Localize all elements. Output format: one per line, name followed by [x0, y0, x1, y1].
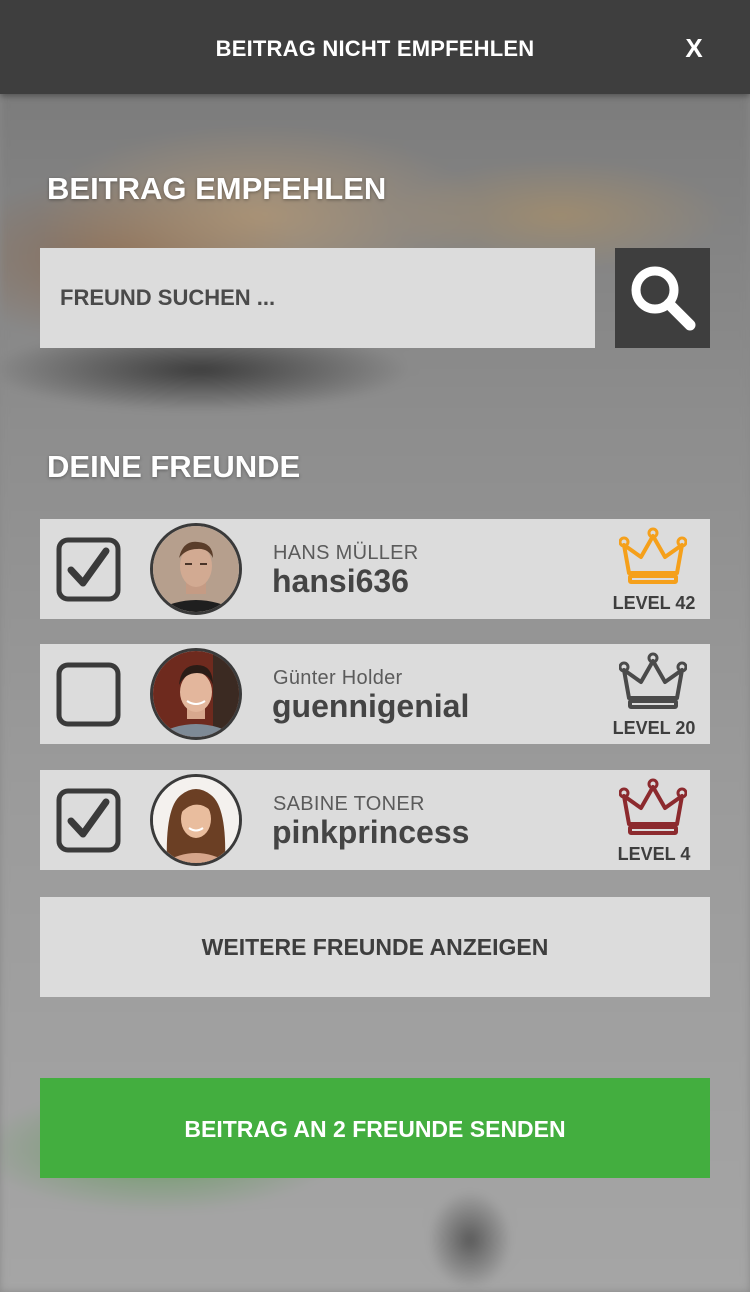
crown-icon — [619, 527, 687, 584]
avatar — [150, 774, 242, 866]
send-to-friends-button[interactable]: BEITRAG AN 2 FREUNDE SENDEN — [40, 1078, 710, 1178]
header-title: BEITRAG NICHT EMPFEHLEN — [215, 36, 535, 61]
avatar — [150, 523, 242, 615]
top-bar: BEITRAG NICHT EMPFEHLEN X — [0, 0, 750, 94]
crown-icon — [619, 778, 687, 835]
friend-level: LEVEL 20 — [612, 718, 696, 738]
friend-username: hansi636 — [272, 563, 409, 599]
friend-row: SABINE TONER pinkprincess LEVEL 4 — [40, 770, 710, 870]
crown-icon — [619, 652, 687, 709]
friend-name: SABINE TONER — [273, 793, 425, 815]
recommend-title: BEITRAG EMPFEHLEN — [47, 171, 387, 206]
friend-row: HANS MÜLLER hansi636 LEVEL 42 — [40, 519, 710, 619]
friend-level: LEVEL 42 — [612, 593, 696, 613]
checkbox-unchecked[interactable] — [56, 662, 121, 727]
send-to-friends-label: BEITRAG AN 2 FREUNDE SENDEN — [184, 1116, 566, 1142]
close-button[interactable]: X — [678, 32, 710, 64]
friend-row: Günter Holder guennigenial LEVEL 20 — [40, 644, 710, 744]
friend-username: pinkprincess — [272, 814, 470, 850]
friend-level: LEVEL 4 — [617, 844, 691, 864]
friend-name: Günter Holder — [273, 667, 403, 689]
checkbox-checked[interactable] — [56, 537, 121, 602]
avatar — [150, 648, 242, 740]
search-input[interactable] — [40, 248, 595, 348]
search-button[interactable] — [615, 248, 710, 348]
search-icon — [631, 266, 696, 331]
show-more-friends-button[interactable]: WEITERE FREUNDE ANZEIGEN — [40, 897, 710, 997]
checkbox-checked[interactable] — [56, 788, 121, 853]
friends-title: DEINE FREUNDE — [47, 449, 301, 484]
show-more-friends-label: WEITERE FREUNDE ANZEIGEN — [201, 934, 549, 960]
friend-username: guennigenial — [272, 688, 470, 724]
friend-name: HANS MÜLLER — [273, 542, 419, 564]
